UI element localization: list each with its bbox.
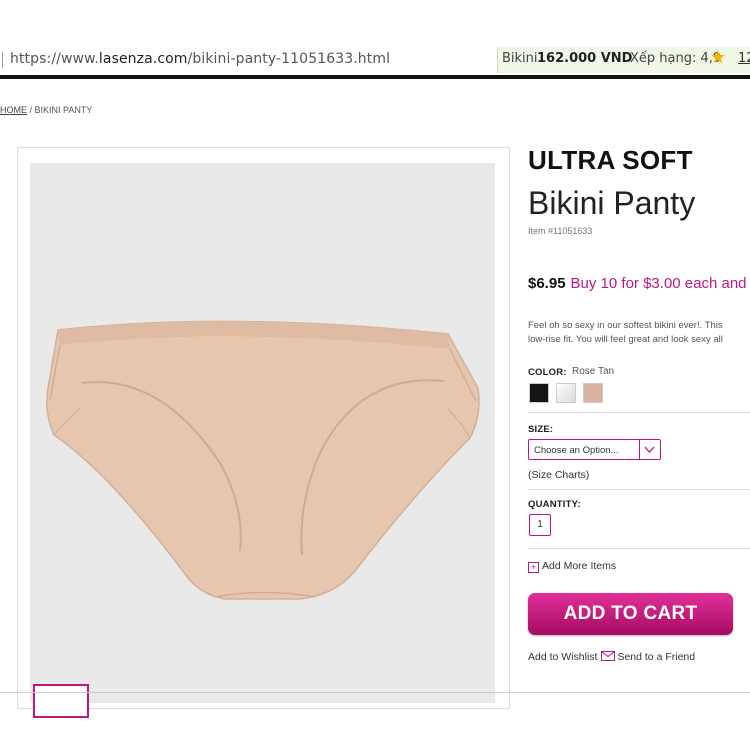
size-select[interactable]: Choose an Option... (528, 439, 661, 460)
url-field[interactable]: https://www.lasenza.com/bikini-panty-110… (10, 51, 390, 67)
breadcrumb-separator: / (29, 105, 33, 115)
product-image[interactable] (30, 163, 495, 703)
ext-count[interactable]: 12 (738, 51, 750, 66)
chevron-down-icon[interactable] (639, 440, 660, 459)
add-to-cart-button[interactable]: ADD TO CART (528, 593, 733, 635)
breadcrumb-home[interactable]: HOME (0, 105, 27, 115)
plus-icon: + (528, 562, 539, 573)
size-label: SIZE: (528, 424, 554, 435)
url-prefix: https://www. (10, 51, 99, 67)
star-icon: ★ (710, 47, 727, 68)
quantity-label: QUANTITY: (528, 499, 581, 510)
image-thumbnail[interactable] (33, 684, 89, 718)
address-bar-divider (2, 52, 3, 68)
description-line: low-rise fit. You will feel great and lo… (528, 334, 723, 345)
envelope-icon (601, 651, 616, 661)
price-row: $6.95 Buy 10 for $3.00 each and s (528, 275, 750, 292)
swatch-white[interactable] (556, 383, 576, 403)
item-number: Item #11051633 (528, 226, 593, 236)
divider (528, 548, 750, 549)
secondary-actions: Add to Wishlist Send to a Friend (528, 651, 695, 663)
add-more-items-link[interactable]: + Add More Items (528, 560, 616, 573)
product-description: Feel oh so sexy in our softest bikini ev… (528, 319, 750, 347)
product-title: Bikini Panty (528, 185, 696, 221)
send-to-friend-link[interactable]: Send to a Friend (617, 651, 695, 663)
swatch-rose-tan[interactable] (583, 383, 603, 403)
ext-price: 162.000 VND (537, 51, 633, 66)
ext-rank: Xếp hạng: 4,9 (630, 51, 722, 66)
add-more-label: Add More Items (542, 560, 617, 572)
price-extension-bar[interactable]: Bikini 162.000 VND Xếp hạng: 4,9 ★ 12 (497, 47, 750, 73)
url-domain: lasenza.com (98, 51, 188, 67)
description-line: Feel oh so sexy in our softest bikini ev… (528, 320, 723, 331)
product-price: $6.95 (528, 275, 566, 292)
breadcrumb: HOME / BIKINI PANTY (0, 105, 92, 115)
divider (528, 412, 750, 413)
breadcrumb-current: BIKINI PANTY (34, 105, 93, 115)
color-value: Rose Tan (572, 366, 615, 377)
color-label: COLOR: (528, 367, 567, 378)
size-select-value: Choose an Option... (534, 445, 619, 456)
add-to-wishlist-link[interactable]: Add to Wishlist (528, 651, 597, 663)
quantity-input[interactable]: 1 (529, 514, 551, 536)
swatch-black[interactable] (529, 383, 549, 403)
product-brand-line: ULTRA SOFT (528, 145, 693, 175)
promo-text: Buy 10 for $3.00 each and s (570, 275, 750, 292)
bottom-divider (0, 692, 750, 693)
ext-label: Bikini (502, 51, 538, 66)
url-path: /bikini-panty-11051633.html (187, 51, 391, 67)
divider (528, 489, 750, 490)
size-charts-link[interactable]: (Size Charts) (528, 469, 589, 481)
header-rule (0, 75, 750, 79)
